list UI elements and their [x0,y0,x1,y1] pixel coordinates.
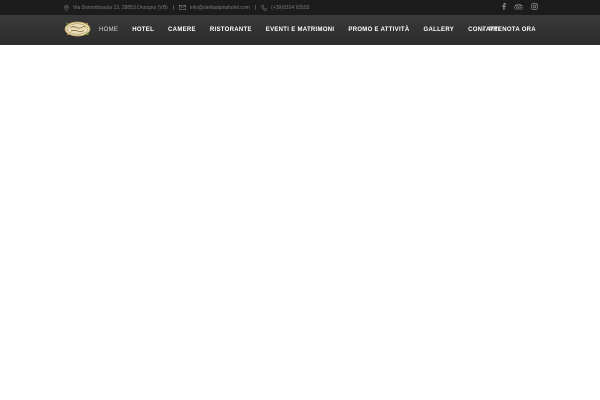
phone-link[interactable]: (+39)0324 93593 [271,5,309,11]
facebook-icon[interactable] [502,3,506,12]
hotel-logo[interactable] [64,20,91,38]
book-now-button[interactable]: › PRENOTA ORA [482,15,536,45]
map-pin-icon [64,4,69,11]
menu-item-ristorante[interactable]: RISTORANTE [210,27,252,33]
envelope-icon [179,5,186,10]
tripadvisor-icon[interactable] [514,3,523,12]
menu-item-gallery[interactable]: GALLERY [424,27,455,33]
instagram-icon[interactable] [531,3,538,12]
page-content [0,45,600,400]
main-menu: HOME HOTEL CAMERE RISTORANTE EVENTI E MA… [99,15,500,45]
address-text: Via Domodossola 13, 28853 Druogno (VB) [73,4,168,11]
separator: | [254,4,257,11]
chevron-right-icon: › [482,27,484,33]
book-now-label: PRENOTA ORA [488,27,536,33]
main-navbar: HOME HOTEL CAMERE RISTORANTE EVENTI E MA… [0,15,600,45]
top-info-bar: Via Domodossola 13, 28853 Druogno (VB) |… [0,0,600,15]
menu-item-promo-attivita[interactable]: PROMO E ATTIVITÀ [348,27,409,33]
social-links [502,0,538,15]
email-link[interactable]: info@stellaalpinahotel.com [190,5,250,11]
separator: | [172,4,174,11]
menu-item-camere[interactable]: CAMERE [168,27,196,33]
menu-item-eventi-matrimoni[interactable]: EVENTI E MATRIMONI [266,27,335,33]
menu-item-home[interactable]: HOME [99,27,118,33]
contact-info: Via Domodossola 13, 28853 Druogno (VB) |… [64,0,309,15]
menu-item-hotel[interactable]: HOTEL [132,27,154,33]
phone-icon [261,4,268,11]
